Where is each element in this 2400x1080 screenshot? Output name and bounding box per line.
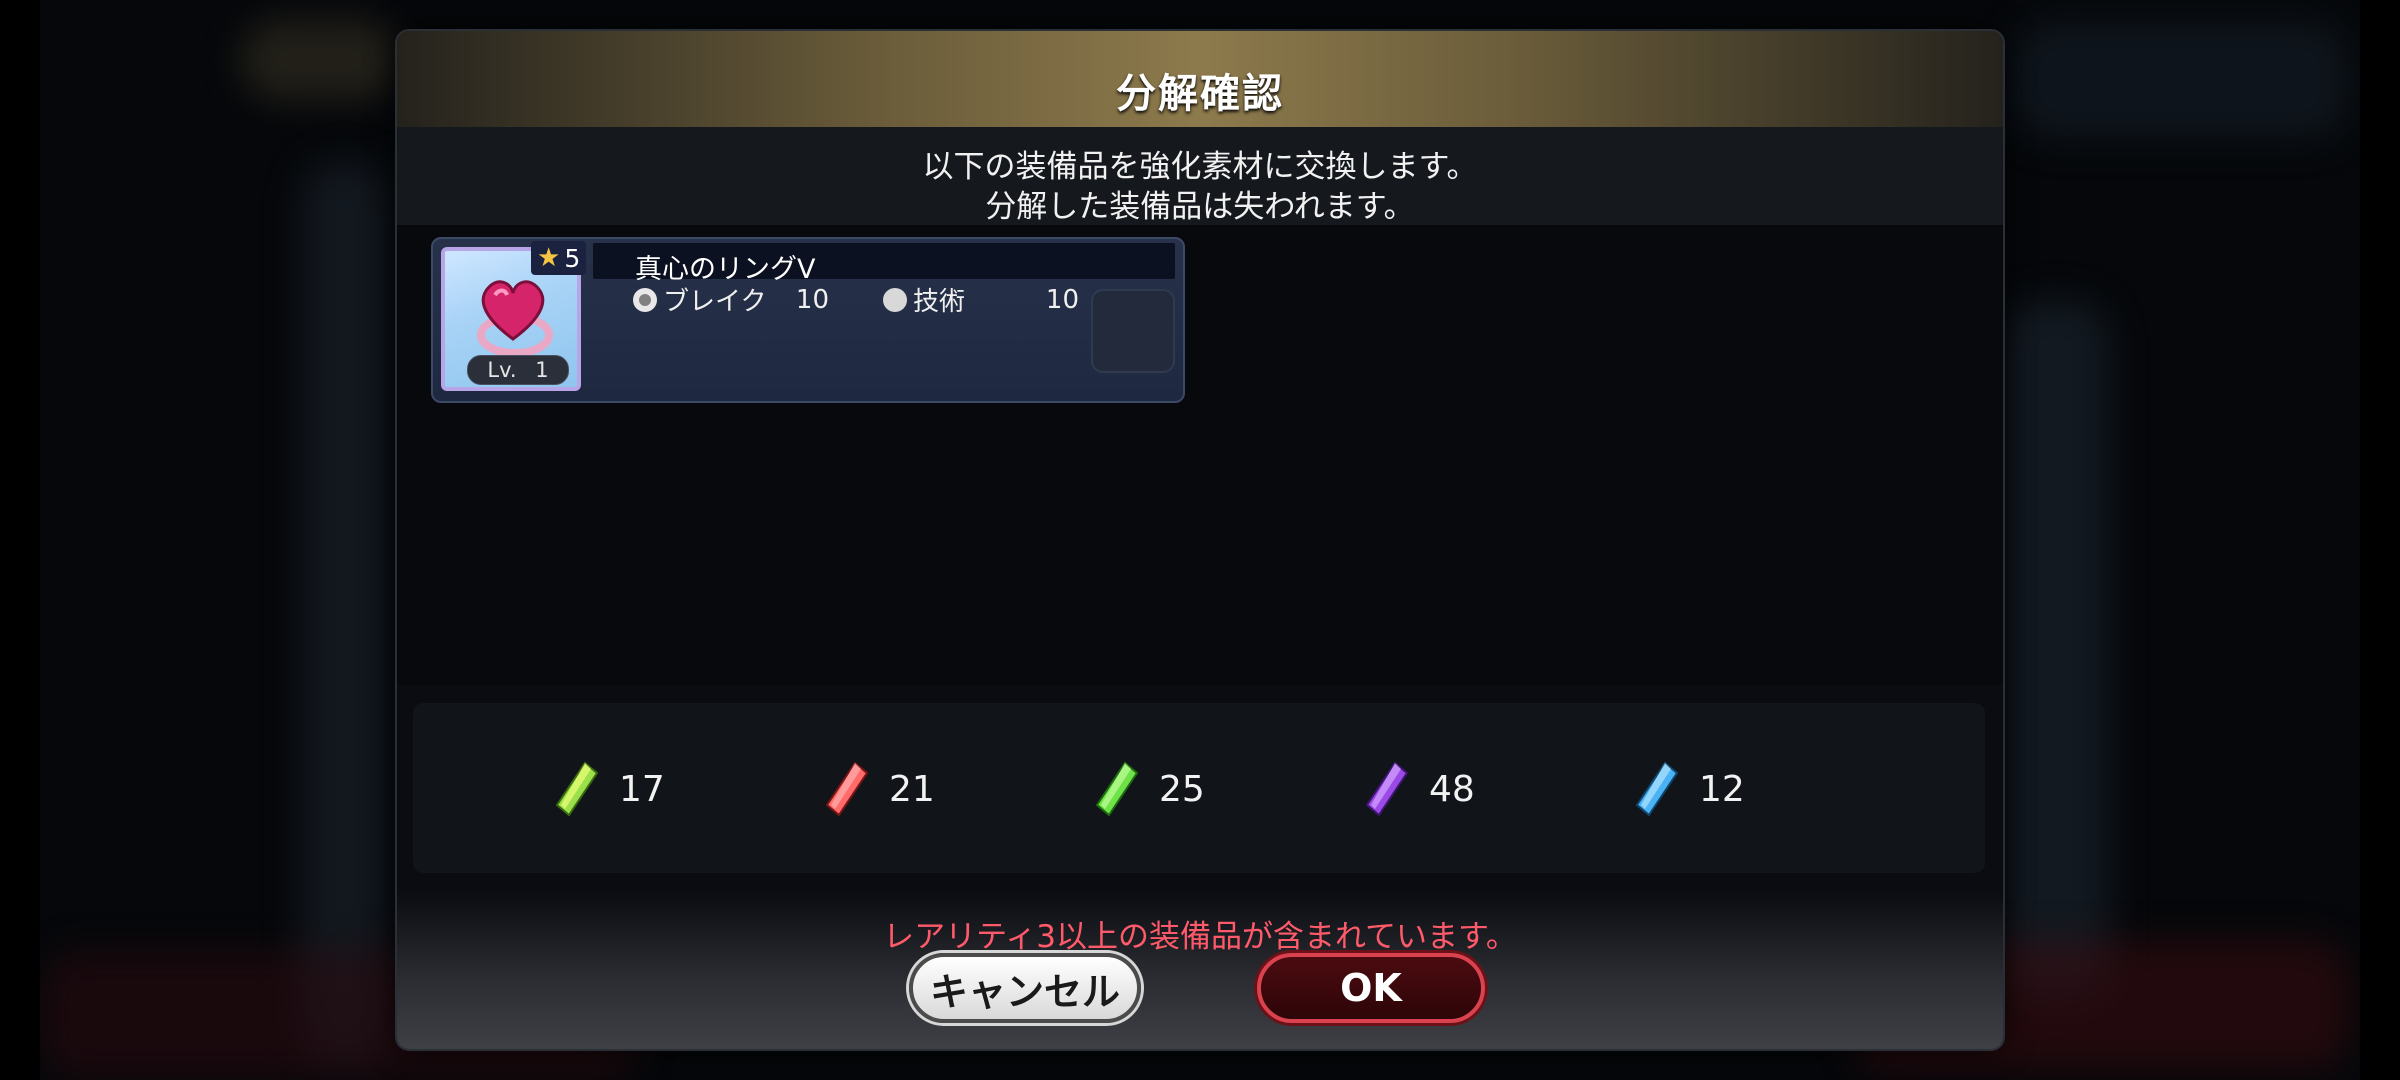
cancel-button[interactable]: キャンセル <box>909 953 1141 1023</box>
material-item: 21 <box>821 759 935 819</box>
yellow-green-crystal-icon <box>555 761 599 817</box>
material-item: 17 <box>551 759 665 819</box>
material-qty: 21 <box>889 768 935 810</box>
level-value: 1 <box>535 358 549 382</box>
bulb-icon <box>883 287 907 312</box>
equipment-card[interactable]: Lv. 1 ★ 5 真心のリングV ブレイク 10 技術 10 <box>431 237 1185 403</box>
material-item: 25 <box>1091 759 1205 819</box>
burst-icon <box>633 287 657 312</box>
dialog-title: 分解確認 <box>1116 71 1284 117</box>
level-pill: Lv. 1 <box>467 355 569 385</box>
rarity-warning: レアリティ3以上の装備品が含まれています。 <box>883 919 1517 955</box>
blue-crystal-icon <box>1635 761 1679 817</box>
materials-panel: 17 21 25 48 12 <box>413 703 1985 873</box>
rarity-value: 5 <box>564 243 581 273</box>
material-qty: 12 <box>1699 768 1745 810</box>
purple-crystal-icon <box>1365 761 1409 817</box>
material-item: 12 <box>1631 759 1745 819</box>
ok-button[interactable]: OK <box>1257 953 1485 1023</box>
stat-label: ブレイク <box>663 287 767 317</box>
disassemble-confirm-dialog: 分解確認 以下の装備品を強化素材に交換します。 分解した装備品は失われます。 L… <box>397 31 2003 1049</box>
star-icon: ★ <box>537 243 561 273</box>
empty-gem-slot <box>1091 289 1175 373</box>
message-line-1: 以下の装備品を強化素材に交換します。 <box>922 149 1478 185</box>
material-qty: 25 <box>1159 768 1205 810</box>
material-qty: 48 <box>1429 768 1475 810</box>
level-label: Lv. <box>487 358 517 382</box>
message-line-2: 分解した装備品は失われます。 <box>985 189 1415 225</box>
rarity-badge: ★ 5 <box>531 241 587 275</box>
green-crystal-icon <box>1095 761 1139 817</box>
stat-technique: 技術 10 <box>883 281 1079 318</box>
stat-value: 10 <box>1045 284 1079 315</box>
stat-value: 10 <box>795 284 829 315</box>
material-qty: 17 <box>619 768 665 810</box>
stat-break: ブレイク 10 <box>633 281 829 318</box>
heart-ring-icon <box>477 280 553 357</box>
material-item: 48 <box>1361 759 1475 819</box>
stat-label: 技術 <box>913 287 966 317</box>
red-crystal-icon <box>825 761 869 817</box>
